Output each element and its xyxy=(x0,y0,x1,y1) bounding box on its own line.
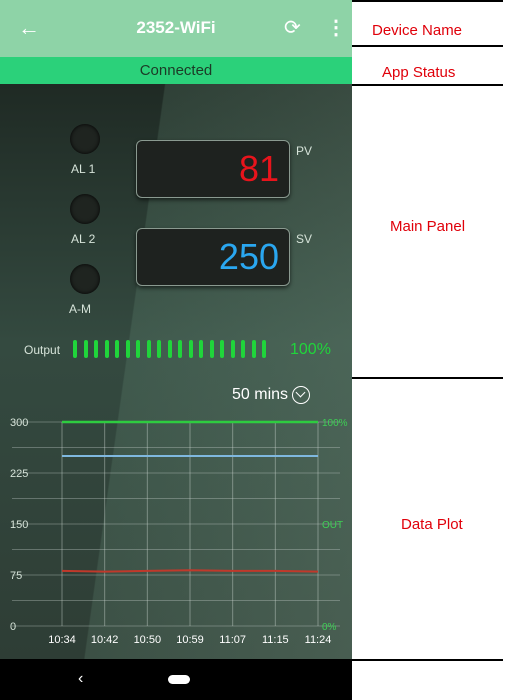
alarm-2-led xyxy=(70,194,100,224)
app-bar: ← 2352-WiFi ⟳ ⋮ xyxy=(0,0,352,57)
sv-tag: SV xyxy=(296,232,313,246)
alarm-1-led xyxy=(70,124,100,154)
y-tick-label: 300 xyxy=(10,417,28,429)
y-tick-label: 225 xyxy=(10,468,28,480)
output-bar-segment xyxy=(241,340,245,358)
x-tick-label: 11:07 xyxy=(219,634,246,646)
time-span-label: 50 mins xyxy=(232,386,289,404)
output-bar-segment xyxy=(251,340,256,358)
output-bar-segment xyxy=(178,340,182,358)
output-bar-segment xyxy=(115,340,119,358)
right-tick-label: 0% xyxy=(322,622,337,633)
output-bar-segment xyxy=(262,340,266,358)
divider-plot xyxy=(352,659,503,661)
output-bar-segment xyxy=(209,340,214,358)
auto-manual-label: A-M xyxy=(69,302,91,316)
pv-value: 81 xyxy=(238,148,279,189)
output-bar-segment xyxy=(157,340,161,358)
sv-display[interactable]: 250 xyxy=(136,228,290,286)
auto-manual-led xyxy=(70,264,100,294)
y-tick-label: 75 xyxy=(10,570,22,582)
output-bar-segment xyxy=(73,340,77,358)
output-bar-segment xyxy=(83,340,88,358)
divider-top xyxy=(352,0,503,2)
divider-status xyxy=(352,84,503,86)
alarm-2-label: AL 2 xyxy=(71,232,96,246)
output-bar-segment xyxy=(220,340,224,358)
output-bar-segment xyxy=(167,340,172,358)
x-tick-label: 10:50 xyxy=(134,634,162,646)
system-nav-bar: ‹ xyxy=(0,659,352,700)
x-tick-label: 10:59 xyxy=(176,634,204,646)
pv-tag: PV xyxy=(296,144,313,158)
annotation-device-name: Device Name xyxy=(372,22,463,39)
output-bar-segment xyxy=(146,340,151,358)
output-bar-segment xyxy=(230,340,235,358)
x-tick-label: 10:34 xyxy=(48,634,76,646)
time-span-selector[interactable]: 50 mins xyxy=(232,386,311,404)
right-tick-label: 100% xyxy=(322,418,348,429)
data-plot-chart: 300 225 150 75 0 100% OUT 0% 10:34 10:42 10:50 10:5… xyxy=(10,417,348,646)
output-bar-segment xyxy=(94,340,98,358)
output-bar-segment xyxy=(199,340,203,358)
x-tick-label: 11:24 xyxy=(305,634,332,646)
nav-home-pill-icon[interactable] xyxy=(168,675,190,684)
chevron-down-circle-icon xyxy=(292,386,311,404)
x-tick-label: 11:15 xyxy=(262,634,289,646)
output-bar-segment xyxy=(188,340,193,358)
nav-back-icon[interactable]: ‹ xyxy=(78,670,83,688)
x-tick-label: 10:42 xyxy=(91,634,119,646)
more-vert-icon[interactable]: ⋮ xyxy=(326,16,346,40)
output-bar-segment xyxy=(125,340,130,358)
y-tick-label: 0 xyxy=(10,621,16,633)
output-bar-segment xyxy=(136,340,140,358)
sv-value: 250 xyxy=(218,236,279,277)
divider-panel xyxy=(352,377,503,379)
annotation-data-plot: Data Plot xyxy=(401,516,463,533)
alarm-1-label: AL 1 xyxy=(71,162,96,176)
pv-display: 81 xyxy=(136,140,290,198)
annotation-main-panel: Main Panel xyxy=(390,218,466,235)
refresh-icon[interactable]: ⟳ xyxy=(284,16,301,40)
annotation-app-status: App Status xyxy=(382,64,456,81)
divider-device xyxy=(352,45,503,47)
y-tick-label: 150 xyxy=(10,519,28,531)
output-label: Output xyxy=(24,343,61,357)
phone-screen: ← 2352-WiFi ⟳ ⋮ Connected AL 1 AL 2 A-M … xyxy=(0,0,352,700)
connection-status: Connected xyxy=(0,57,352,84)
output-percent: 100% xyxy=(290,341,331,358)
output-bar-segment xyxy=(104,340,109,358)
right-tick-label: OUT xyxy=(322,520,343,531)
